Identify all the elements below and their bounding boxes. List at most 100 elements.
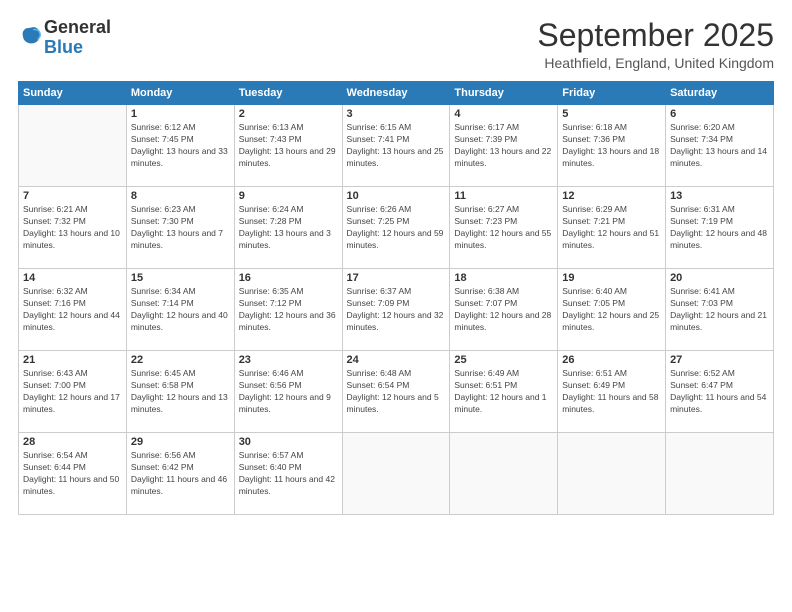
day-info: Sunrise: 6:29 AMSunset: 7:21 PMDaylight:… — [562, 204, 661, 252]
day-info: Sunrise: 6:51 AMSunset: 6:49 PMDaylight:… — [562, 368, 661, 416]
day-number: 21 — [23, 354, 122, 366]
day-info: Sunrise: 6:34 AMSunset: 7:14 PMDaylight:… — [131, 286, 230, 334]
day-cell: 6 Sunrise: 6:20 AMSunset: 7:34 PMDaylight… — [666, 105, 774, 187]
day-cell: 2Sunrise: 6:13 AMSunset: 7:43 PMDaylight… — [234, 105, 342, 187]
day-cell: 7Sunrise: 6:21 AMSunset: 7:32 PMDaylight… — [19, 187, 127, 269]
day-info: Sunrise: 6:37 AMSunset: 7:09 PMDaylight:… — [347, 286, 446, 334]
day-info: Sunrise: 6:40 AMSunset: 7:05 PMDaylight:… — [562, 286, 661, 334]
day-cell: 16Sunrise: 6:35 AMSunset: 7:12 PMDayligh… — [234, 269, 342, 351]
day-number: 18 — [454, 272, 553, 284]
day-number: 27 — [670, 354, 769, 366]
day-info: Sunrise: 6:31 AMSunset: 7:19 PMDaylight:… — [670, 204, 769, 252]
day-cell — [558, 433, 666, 515]
day-cell — [19, 105, 127, 187]
day-cell: 5 Sunrise: 6:18 AMSunset: 7:36 PMDaylight… — [558, 105, 666, 187]
week-row-0: 1 Sunrise: 6:12 AMSunset: 7:45 PMDaylight… — [19, 105, 774, 187]
day-number: 23 — [239, 354, 338, 366]
header: General Blue September 2025 Heathfield, … — [18, 18, 774, 71]
day-cell: 12 Sunrise: 6:29 AMSunset: 7:21 PMDayligh… — [558, 187, 666, 269]
day-number: 24 — [347, 354, 446, 366]
col-tuesday: Tuesday — [234, 82, 342, 105]
calendar-page: General Blue September 2025 Heathfield, … — [0, 0, 792, 612]
header-row: Sunday Monday Tuesday Wednesday Thursday… — [19, 82, 774, 105]
day-cell: 22 Sunrise: 6:45 AMSunset: 6:58 PMDayligh… — [126, 351, 234, 433]
col-monday: Monday — [126, 82, 234, 105]
day-cell: 10 Sunrise: 6:26 AMSunset: 7:25 PMDayligh… — [342, 187, 450, 269]
day-info: Sunrise: 6:18 AMSunset: 7:36 PMDaylight:… — [562, 122, 661, 170]
day-cell: 14 Sunrise: 6:32 AMSunset: 7:16 PMDayligh… — [19, 269, 127, 351]
day-cell: 8 Sunrise: 6:23 AMSunset: 7:30 PMDaylight… — [126, 187, 234, 269]
day-info: Sunrise: 6:27 AMSunset: 7:23 PMDaylight:… — [454, 204, 553, 252]
day-number: 8 — [131, 190, 230, 202]
day-cell: 9 Sunrise: 6:24 AMSunset: 7:28 PMDaylight… — [234, 187, 342, 269]
month-title: September 2025 — [537, 18, 774, 53]
logo-blue: Blue — [44, 37, 83, 57]
day-cell: 15 Sunrise: 6:34 AMSunset: 7:14 PMDayligh… — [126, 269, 234, 351]
day-number: 30 — [239, 436, 338, 448]
day-number: 19 — [562, 272, 661, 284]
week-row-1: 7Sunrise: 6:21 AMSunset: 7:32 PMDaylight… — [19, 187, 774, 269]
day-number: 15 — [131, 272, 230, 284]
logo-icon — [20, 24, 42, 46]
day-cell: 11 Sunrise: 6:27 AMSunset: 7:23 PMDayligh… — [450, 187, 558, 269]
day-cell: 4Sunrise: 6:17 AMSunset: 7:39 PMDaylight… — [450, 105, 558, 187]
day-cell: 25Sunrise: 6:49 AMSunset: 6:51 PMDayligh… — [450, 351, 558, 433]
day-number: 7 — [23, 190, 122, 202]
day-cell: 26 Sunrise: 6:51 AMSunset: 6:49 PMDayligh… — [558, 351, 666, 433]
day-number: 25 — [454, 354, 553, 366]
col-wednesday: Wednesday — [342, 82, 450, 105]
day-info: Sunrise: 6:54 AMSunset: 6:44 PMDaylight:… — [23, 450, 122, 498]
logo-general: General — [44, 17, 111, 37]
day-number: 14 — [23, 272, 122, 284]
day-cell: 23 Sunrise: 6:46 AMSunset: 6:56 PMDayligh… — [234, 351, 342, 433]
logo: General Blue — [18, 18, 111, 58]
day-cell: 27 Sunrise: 6:52 AMSunset: 6:47 PMDayligh… — [666, 351, 774, 433]
day-info: Sunrise: 6:12 AMSunset: 7:45 PMDaylight:… — [131, 122, 230, 170]
day-info: Sunrise: 6:23 AMSunset: 7:30 PMDaylight:… — [131, 204, 230, 252]
day-info: Sunrise: 6:24 AMSunset: 7:28 PMDaylight:… — [239, 204, 338, 252]
week-row-4: 28 Sunrise: 6:54 AMSunset: 6:44 PMDayligh… — [19, 433, 774, 515]
day-info: Sunrise: 6:43 AMSunset: 7:00 PMDaylight:… — [23, 368, 122, 416]
col-saturday: Saturday — [666, 82, 774, 105]
day-number: 12 — [562, 190, 661, 202]
day-cell: 30 Sunrise: 6:57 AMSunset: 6:40 PMDayligh… — [234, 433, 342, 515]
day-cell: 3Sunrise: 6:15 AMSunset: 7:41 PMDaylight… — [342, 105, 450, 187]
day-cell — [342, 433, 450, 515]
logo-text: General Blue — [44, 18, 111, 58]
col-thursday: Thursday — [450, 82, 558, 105]
day-cell: 29Sunrise: 6:56 AMSunset: 6:42 PMDayligh… — [126, 433, 234, 515]
day-info: Sunrise: 6:52 AMSunset: 6:47 PMDaylight:… — [670, 368, 769, 416]
day-info: Sunrise: 6:48 AMSunset: 6:54 PMDaylight:… — [347, 368, 446, 416]
day-info: Sunrise: 6:32 AMSunset: 7:16 PMDaylight:… — [23, 286, 122, 334]
day-info: Sunrise: 6:46 AMSunset: 6:56 PMDaylight:… — [239, 368, 338, 416]
col-friday: Friday — [558, 82, 666, 105]
day-info: Sunrise: 6:57 AMSunset: 6:40 PMDaylight:… — [239, 450, 338, 498]
day-cell — [450, 433, 558, 515]
day-cell: 24 Sunrise: 6:48 AMSunset: 6:54 PMDayligh… — [342, 351, 450, 433]
day-number: 28 — [23, 436, 122, 448]
day-number: 10 — [347, 190, 446, 202]
day-number: 9 — [239, 190, 338, 202]
day-number: 26 — [562, 354, 661, 366]
day-number: 16 — [239, 272, 338, 284]
day-cell: 18Sunrise: 6:38 AMSunset: 7:07 PMDayligh… — [450, 269, 558, 351]
day-info: Sunrise: 6:26 AMSunset: 7:25 PMDaylight:… — [347, 204, 446, 252]
week-row-3: 21 Sunrise: 6:43 AMSunset: 7:00 PMDayligh… — [19, 351, 774, 433]
week-row-2: 14 Sunrise: 6:32 AMSunset: 7:16 PMDayligh… — [19, 269, 774, 351]
day-number: 3 — [347, 108, 446, 120]
day-info: Sunrise: 6:45 AMSunset: 6:58 PMDaylight:… — [131, 368, 230, 416]
day-number: 1 — [131, 108, 230, 120]
day-number: 20 — [670, 272, 769, 284]
day-number: 11 — [454, 190, 553, 202]
day-number: 6 — [670, 108, 769, 120]
day-number: 2 — [239, 108, 338, 120]
day-number: 22 — [131, 354, 230, 366]
day-number: 5 — [562, 108, 661, 120]
day-cell: 17 Sunrise: 6:37 AMSunset: 7:09 PMDayligh… — [342, 269, 450, 351]
day-cell: 1 Sunrise: 6:12 AMSunset: 7:45 PMDaylight… — [126, 105, 234, 187]
day-number: 29 — [131, 436, 230, 448]
day-info: Sunrise: 6:20 AMSunset: 7:34 PMDaylight:… — [670, 122, 769, 170]
day-number: 17 — [347, 272, 446, 284]
col-sunday: Sunday — [19, 82, 127, 105]
day-info: Sunrise: 6:17 AMSunset: 7:39 PMDaylight:… — [454, 122, 553, 170]
